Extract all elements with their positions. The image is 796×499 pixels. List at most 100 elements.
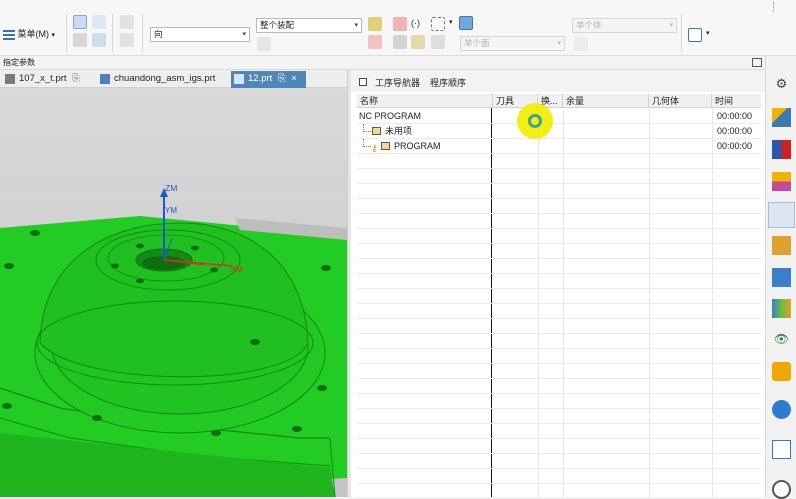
tab-label: chuandong_asm_igs.prt <box>114 73 216 84</box>
navigator-header: 名称 刀具 换... 余量 几何体 时间 <box>357 94 761 108</box>
row-name: NC PROGRAM <box>359 111 422 121</box>
frame-icon[interactable] <box>368 35 382 49</box>
empty-row <box>357 364 761 379</box>
lock-icon[interactable] <box>257 37 271 51</box>
rect-select-icon[interactable] <box>431 17 445 31</box>
machine-tool-icon[interactable] <box>772 140 791 159</box>
axis-label-ym: YM <box>165 206 177 215</box>
filter-icon[interactable] <box>411 35 425 49</box>
chevron-down-icon: ▾ <box>354 22 358 29</box>
assembly-file-icon <box>100 74 110 84</box>
tree-line <box>363 139 371 147</box>
assembly-icon[interactable] <box>772 236 791 255</box>
axis-label-zm: ZM <box>165 183 178 193</box>
row-time: 00:00:00 <box>717 111 753 121</box>
points-icon[interactable] <box>431 35 445 49</box>
snap-end-icon[interactable] <box>368 17 382 31</box>
col-geometry[interactable]: 几何体 <box>649 94 712 108</box>
snap-mid-icon[interactable] <box>393 17 407 31</box>
empty-row <box>357 454 761 469</box>
chevron-down-icon: ▾ <box>242 31 246 38</box>
tree-row-program[interactable]: ⚷ PROGRAM 00:00:00 <box>357 139 761 154</box>
chevron-down-icon: ▾ <box>669 22 673 29</box>
internet-icon[interactable] <box>772 400 791 419</box>
empty-row <box>357 169 761 184</box>
cursor-ring <box>528 114 542 128</box>
type-filter-combo[interactable]: 向 ▾ <box>150 27 250 42</box>
tab-file-icon: ⎘ <box>72 73 80 84</box>
cube-icon[interactable] <box>459 16 473 30</box>
navigator-toolbar: 工序导航器 程序顺序 <box>351 70 765 92</box>
snap-point-icon[interactable] <box>120 33 134 47</box>
file-tab-bar: 107_x_t.prt ⎘ chuandong_asm_igs.prt 12.p… <box>0 70 350 88</box>
part-model <box>0 188 347 497</box>
row-name: 未用项 <box>385 126 413 136</box>
empty-row <box>357 469 761 484</box>
face-rule-value: 单个面 <box>464 38 490 48</box>
empty-row <box>357 379 761 394</box>
program-order-label[interactable]: 程序顺序 <box>430 76 466 89</box>
clock-icon[interactable] <box>772 480 791 499</box>
selection-bar: 指定参数 <box>0 56 796 70</box>
snap-icon[interactable] <box>120 15 134 29</box>
empty-row <box>357 199 761 214</box>
constraint-icon[interactable] <box>772 268 791 287</box>
menu-button[interactable]: 菜单(M) ▾ <box>3 27 55 41</box>
chevron-down-icon[interactable]: ▾ <box>449 18 453 26</box>
tab-label: 107_x_t.prt <box>19 73 67 84</box>
more-icon[interactable] <box>773 2 776 12</box>
face-rule-combo[interactable]: 单个面 ▾ <box>460 36 565 51</box>
tool-icon[interactable] <box>393 35 407 49</box>
chevron-down-icon[interactable]: ▾ <box>706 29 710 37</box>
col-name[interactable]: 名称 <box>357 94 493 108</box>
navigator-tool-label[interactable]: 工序导航器 <box>375 76 420 89</box>
operation-navigator-icon[interactable] <box>768 202 795 228</box>
col-time[interactable]: 时间 <box>712 94 761 108</box>
folder-icon <box>381 142 390 150</box>
cursor-highlight <box>517 103 553 139</box>
tab-chuandong-asm[interactable]: chuandong_asm_igs.prt <box>97 71 225 88</box>
close-icon[interactable]: × <box>291 73 297 84</box>
assembly-scope-combo[interactable]: 整个装配 ▾ <box>256 18 362 33</box>
roles-icon[interactable] <box>772 299 791 318</box>
body-rule-combo[interactable]: 单个体 ▾ <box>572 18 677 33</box>
snap-center-icon[interactable]: (·) <box>411 18 420 28</box>
select-filter-icon[interactable] <box>73 15 87 29</box>
reuse-library-icon[interactable] <box>772 362 791 381</box>
empty-row <box>357 274 761 289</box>
tab-107-x-t[interactable]: 107_x_t.prt ⎘ <box>2 71 94 88</box>
tree-row-unused[interactable]: 未用项 00:00:00 <box>357 124 761 139</box>
col-stock[interactable]: 余量 <box>563 94 649 108</box>
empty-row <box>357 244 761 259</box>
empty-row <box>357 394 761 409</box>
menu-icon <box>3 29 15 40</box>
chevron-down-icon: ▾ <box>557 40 561 47</box>
empty-row <box>357 289 761 304</box>
document-icon[interactable] <box>772 440 791 459</box>
folder-icon <box>372 127 381 135</box>
empty-row <box>357 439 761 454</box>
empty-row <box>357 214 761 229</box>
tree-icon[interactable] <box>73 33 87 47</box>
checkbox[interactable] <box>359 78 367 86</box>
window-icon[interactable] <box>688 28 702 42</box>
row-time: 00:00:00 <box>717 126 753 136</box>
menu-label: 菜单(M) <box>17 29 50 39</box>
menu-arrow: ▾ <box>51 32 56 39</box>
tab-12-prt[interactable]: 12.prt ⎘ × <box>231 71 306 88</box>
empty-row <box>357 229 761 244</box>
operation-icon[interactable] <box>772 108 791 127</box>
restore-window-icon[interactable] <box>752 58 762 67</box>
history-icon[interactable]: 👁 <box>772 330 791 349</box>
resource-bar: ⚙ 👁 <box>765 56 796 499</box>
tree-expand-icon[interactable] <box>92 33 106 47</box>
gear-icon[interactable]: ⚙ <box>772 74 791 93</box>
gray-option-icon[interactable] <box>574 37 588 51</box>
geometry-icon[interactable] <box>772 172 791 191</box>
tree-row-nc-program[interactable]: NC PROGRAM 00:00:00 <box>357 109 761 124</box>
select-box-icon[interactable] <box>92 15 106 29</box>
empty-row <box>357 334 761 349</box>
main-toolbar: 菜单(M) ▾ 向 ▾ 整个装配 ▾ (·) ▾ 单个面 ▾ 单个体 ▾ ▾ <box>0 0 796 56</box>
empty-row <box>357 409 761 424</box>
graphics-viewport[interactable]: ZM YM XM <box>0 88 347 497</box>
